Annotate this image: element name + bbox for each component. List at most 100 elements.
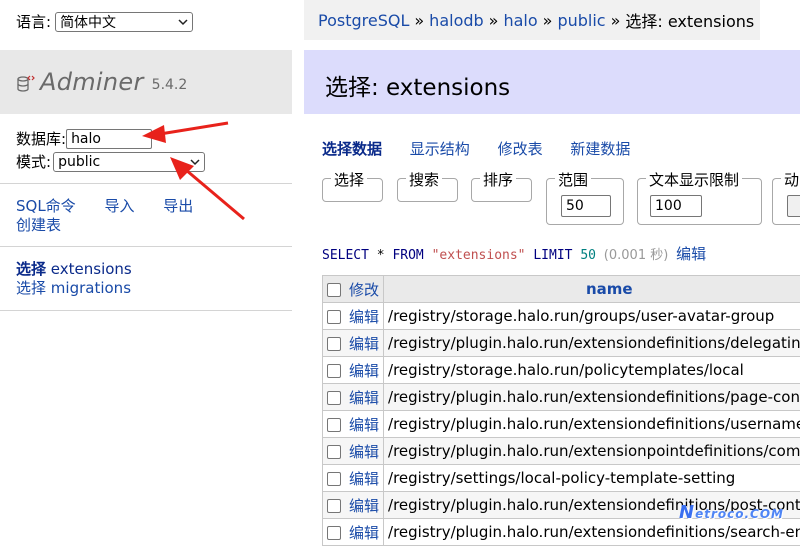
language-value: 简体中文 — [60, 12, 116, 32]
database-select[interactable]: halo — [66, 129, 152, 149]
modify-header: 修改 — [323, 276, 384, 303]
database-icon — [16, 72, 36, 94]
database-row: 数据库: halo — [16, 128, 152, 149]
watermark: Netroco.COM — [679, 502, 784, 523]
database-value: halo — [71, 131, 101, 147]
limit-fieldset: 范围 50 — [546, 178, 624, 225]
tab-select-data[interactable]: 选择数据 — [322, 140, 382, 158]
query-time: (0.001 秒) — [604, 248, 669, 263]
schema-row: 模式: public — [16, 151, 205, 172]
action-button[interactable] — [787, 195, 800, 217]
name-column-header[interactable]: name — [384, 276, 800, 303]
title-bar: 选择: extensions — [304, 50, 800, 114]
row-edit-link[interactable]: 编辑 — [349, 416, 379, 434]
language-select[interactable]: 简体中文 — [55, 12, 193, 32]
adminer-logo[interactable]: Adminer 5.4.2 — [16, 68, 187, 96]
row-edit-link[interactable]: 编辑 — [349, 470, 379, 488]
row-actions-cell: 编辑 — [323, 357, 384, 384]
row-actions-cell: 编辑 — [323, 303, 384, 330]
table-row: 编辑/registry/plugin.halo.run/extensiondef… — [323, 384, 800, 411]
row-checkbox[interactable] — [327, 445, 341, 459]
name-cell: /registry/plugin.halo.run/extensionpoint… — [384, 438, 800, 465]
sort-fieldset[interactable]: 排序 — [471, 178, 532, 202]
divider — [0, 183, 292, 184]
table-row: 编辑/registry/storage.halo.run/groups/user… — [323, 303, 800, 330]
watermark-main: N — [679, 502, 695, 523]
row-actions-cell: 编辑 — [323, 465, 384, 492]
row-edit-link[interactable]: 编辑 — [349, 497, 379, 515]
name-cell: /registry/plugin.halo.run/extensiondefin… — [384, 330, 800, 357]
select-fieldset[interactable]: 选择 — [322, 178, 383, 202]
row-checkbox[interactable] — [327, 391, 341, 405]
name-cell: /registry/storage.halo.run/policytemplat… — [384, 357, 800, 384]
action-fieldset: 动 — [772, 178, 800, 225]
table-header-row: 修改 name — [323, 276, 800, 303]
sql-keyword: SELECT — [322, 248, 369, 263]
select-all-checkbox[interactable] — [327, 283, 341, 297]
chevron-down-icon — [178, 17, 188, 27]
modify-header-label[interactable]: 修改 — [349, 281, 379, 299]
import-link[interactable]: 导入 — [104, 197, 134, 215]
tab-alter-table[interactable]: 修改表 — [498, 140, 543, 158]
row-edit-link[interactable]: 编辑 — [349, 443, 379, 461]
create-table-link[interactable]: 创建表 — [16, 216, 61, 234]
breadcrumb-item[interactable]: public — [557, 11, 605, 30]
limit-input[interactable]: 50 — [561, 195, 611, 217]
search-fieldset[interactable]: 搜索 — [397, 178, 458, 202]
sql-star: * — [377, 248, 385, 263]
database-label: 数据库: — [16, 128, 66, 149]
row-checkbox[interactable] — [327, 364, 341, 378]
sql-number: 50 — [580, 248, 596, 263]
table-name-link[interactable]: migrations — [51, 279, 131, 297]
row-edit-link[interactable]: 编辑 — [349, 389, 379, 407]
breadcrumb-item[interactable]: halo — [503, 11, 537, 30]
table-select-link[interactable]: 选择 — [16, 279, 46, 297]
row-edit-link[interactable]: 编辑 — [349, 308, 379, 326]
sort-toggle[interactable]: 排序 — [480, 169, 516, 190]
row-checkbox[interactable] — [327, 472, 341, 486]
table-row: 编辑/registry/plugin.halo.run/extensiondef… — [323, 411, 800, 438]
divider — [0, 246, 292, 247]
sql-query-line: SELECT * FROM "extensions" LIMIT 50 (0.0… — [322, 243, 706, 264]
sql-command-link[interactable]: SQL命令 — [16, 197, 76, 215]
table-item: 选择 migrations — [16, 279, 132, 298]
row-checkbox[interactable] — [327, 526, 341, 540]
schema-select[interactable]: public — [53, 152, 205, 172]
table-row: 编辑/registry/plugin.halo.run/extensiondef… — [323, 330, 800, 357]
chevron-down-icon — [190, 157, 200, 167]
edit-query-link[interactable]: 编辑 — [676, 245, 706, 263]
row-edit-link[interactable]: 编辑 — [349, 362, 379, 380]
breadcrumb-item[interactable]: halodb — [429, 11, 484, 30]
row-edit-link[interactable]: 编辑 — [349, 524, 379, 542]
row-checkbox[interactable] — [327, 310, 341, 324]
name-header-label: name — [586, 280, 633, 298]
schema-label: 模式: — [16, 151, 51, 172]
row-checkbox[interactable] — [327, 337, 341, 351]
name-cell: /registry/plugin.halo.run/extensiondefin… — [384, 384, 800, 411]
row-actions-cell: 编辑 — [323, 519, 384, 546]
text-length-label: 文本显示限制 — [646, 169, 742, 190]
row-checkbox[interactable] — [327, 418, 341, 432]
table-select-link[interactable]: 选择 — [16, 260, 46, 278]
row-checkbox[interactable] — [327, 499, 341, 513]
export-link[interactable]: 导出 — [163, 197, 193, 215]
breadcrumb: PostgreSQL » halodb » halo » public » 选择… — [304, 0, 760, 40]
row-edit-link[interactable]: 编辑 — [349, 335, 379, 353]
select-toggle[interactable]: 选择 — [331, 169, 367, 190]
name-cell: /registry/plugin.halo.run/extensiondefin… — [384, 411, 800, 438]
tab-show-structure[interactable]: 显示结构 — [410, 140, 470, 158]
language-label: 语言: — [16, 11, 51, 32]
table-row: 编辑/registry/plugin.halo.run/extensionpoi… — [323, 438, 800, 465]
text-length-fieldset: 文本显示限制 100 — [637, 178, 762, 225]
tab-new-item[interactable]: 新建数据 — [570, 140, 630, 158]
search-toggle[interactable]: 搜索 — [406, 169, 442, 190]
table-item: 选择 extensions — [16, 260, 132, 279]
watermark-sub: etroco.COM — [695, 507, 784, 521]
table-name-link[interactable]: extensions — [51, 260, 132, 278]
table-list: 选择 extensions 选择 migrations — [16, 260, 132, 298]
divider — [0, 310, 292, 311]
schema-value: public — [58, 154, 100, 170]
breadcrumb-item[interactable]: PostgreSQL — [318, 11, 409, 30]
text-length-input[interactable]: 100 — [650, 195, 702, 217]
row-actions-cell: 编辑 — [323, 384, 384, 411]
